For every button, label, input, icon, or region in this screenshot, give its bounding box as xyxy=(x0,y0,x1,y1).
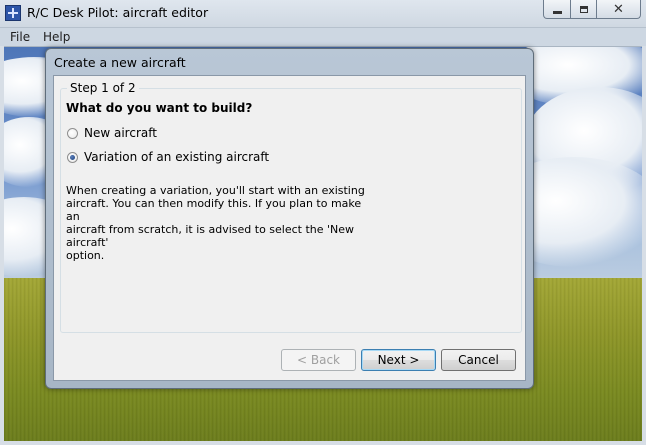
cancel-button[interactable]: Cancel xyxy=(441,349,516,371)
maximize-button[interactable] xyxy=(570,0,597,19)
menu-help[interactable]: Help xyxy=(43,30,70,44)
menu-bar: File Help xyxy=(0,28,646,47)
radio-variation-label[interactable]: Variation of an existing aircraft xyxy=(84,150,269,164)
close-icon: ✕ xyxy=(613,1,624,17)
minimize-button[interactable] xyxy=(543,0,571,19)
minimize-icon xyxy=(552,10,562,14)
app-icon xyxy=(5,5,21,21)
description-line: When creating a variation, you'll start … xyxy=(66,184,365,197)
radio-new-aircraft[interactable]: New aircraft xyxy=(67,126,157,140)
window-frame-left xyxy=(0,46,4,445)
maximize-icon xyxy=(579,5,588,13)
description-line: aircraft. You can then modify this. If y… xyxy=(66,197,362,223)
window-frame-bottom xyxy=(0,441,646,445)
radio-checked-icon[interactable] xyxy=(67,151,78,163)
description-line: aircraft from scratch, it is advised to … xyxy=(66,223,355,249)
radio-variation[interactable]: Variation of an existing aircraft xyxy=(67,150,269,164)
radio-unchecked-icon[interactable] xyxy=(67,127,78,139)
close-button[interactable]: ✕ xyxy=(596,0,641,19)
dialog-title: Create a new aircraft xyxy=(54,55,186,70)
step-label: Step 1 of 2 xyxy=(67,81,139,95)
radio-new-aircraft-label[interactable]: New aircraft xyxy=(84,126,157,140)
title-bar: R/C Desk Pilot: aircraft editor ✕ xyxy=(0,0,646,28)
back-button[interactable]: < Back xyxy=(281,349,356,371)
description-line: option. xyxy=(66,249,105,262)
description-text: When creating a variation, you'll start … xyxy=(66,184,376,262)
step-group: Step 1 of 2 What do you want to build? N… xyxy=(60,81,522,333)
question-heading: What do you want to build? xyxy=(66,101,253,115)
new-aircraft-dialog: Create a new aircraft Step 1 of 2 What d… xyxy=(45,48,534,389)
window-title: R/C Desk Pilot: aircraft editor xyxy=(27,5,209,20)
menu-file[interactable]: File xyxy=(10,30,30,44)
next-button[interactable]: Next > xyxy=(361,349,436,371)
window-frame-right xyxy=(642,46,646,445)
dialog-body: Step 1 of 2 What do you want to build? N… xyxy=(53,75,526,381)
